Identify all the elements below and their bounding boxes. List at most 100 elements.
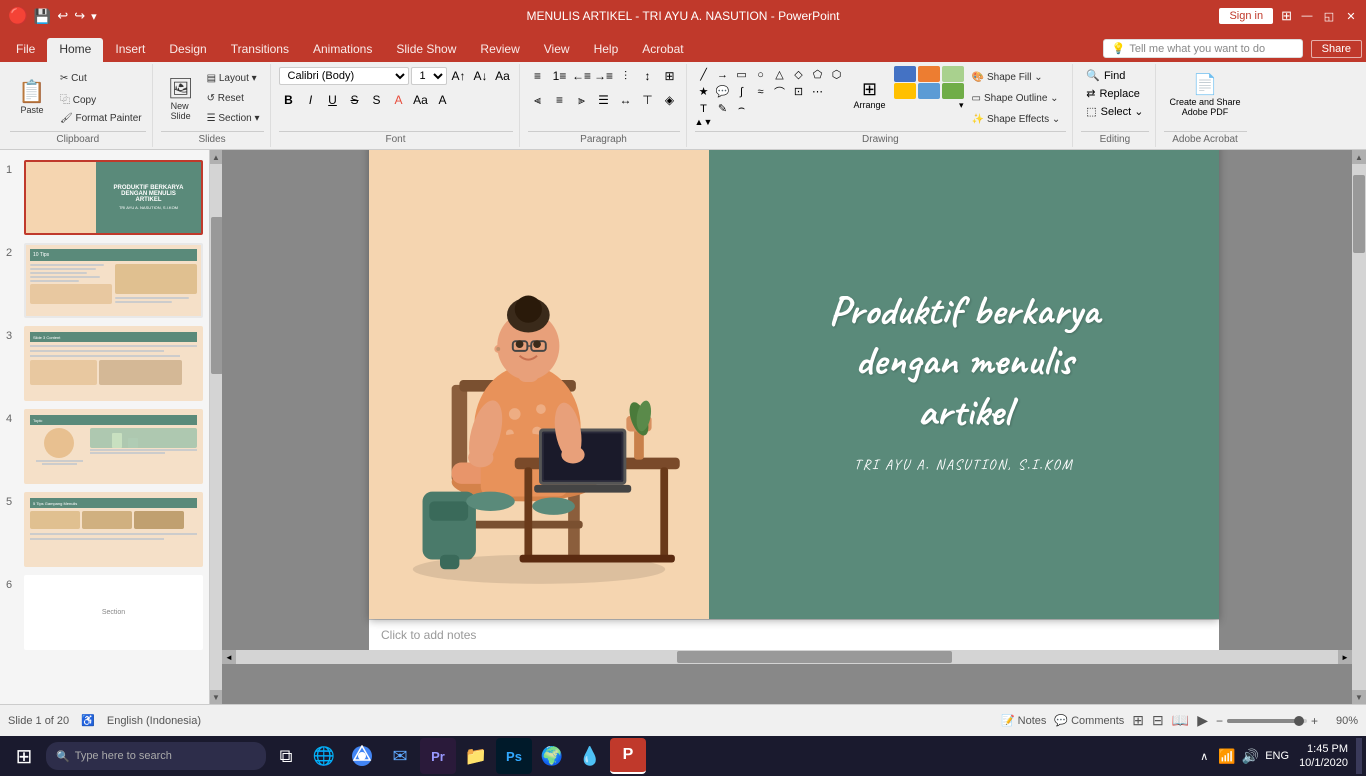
zoom-slider[interactable]: − + [1216,714,1318,728]
canvas-scroll-track[interactable] [1352,164,1366,690]
slide-thumb-5[interactable]: 5 5 Tips Gampang Menulis [4,490,205,569]
redo-icon[interactable]: ↪ [74,8,85,24]
shape-block[interactable]: ⊡ [790,83,808,100]
font-size-input[interactable]: Aa [411,90,431,110]
customize-icon[interactable]: ▾ [91,10,97,23]
language-tray-icon[interactable]: ENG [1265,750,1289,762]
new-slide-button[interactable]: 🖼 NewSlide [161,71,201,127]
notes-button[interactable]: 📝 Notes [1001,714,1046,727]
shape-pentagon[interactable]: ⬠ [809,66,827,83]
tab-help[interactable]: Help [582,38,631,62]
shapes-scroll-down[interactable]: ▼ [703,117,712,127]
underline-button[interactable]: U [323,90,343,110]
find-button[interactable]: 🔍 Find [1083,68,1146,83]
close-button[interactable]: ✕ [1344,9,1358,23]
hscroll-track[interactable] [236,650,1338,664]
align-right-button[interactable]: ⫸ [572,90,592,110]
align-left-button[interactable]: ⫷ [528,90,548,110]
restore-button[interactable]: ◱ [1322,9,1336,23]
zoom-percentage[interactable]: 90% [1326,715,1358,727]
text-dir-button[interactable]: ↔ [616,90,636,110]
reading-view-button[interactable]: 📖 [1172,712,1189,729]
shape-text[interactable]: T [695,100,713,117]
language-indicator[interactable]: English (Indonesia) [107,715,201,727]
shape-freeform[interactable]: ≈ [752,83,770,100]
tab-home[interactable]: Home [47,38,103,62]
tab-acrobat[interactable]: Acrobat [630,38,695,62]
quick-styles-scroll[interactable]: ▾ [894,100,964,111]
task-view-button[interactable]: ⧉ [268,738,304,774]
start-button[interactable]: ⊞ [4,738,44,774]
slide-sorter-button[interactable]: ⊟ [1152,712,1164,729]
slide-img-1[interactable]: PRODUKTIF BERKARYADENGAN MENULISARTIKEL … [24,160,203,235]
taskbar-search-box[interactable]: 🔍 Type here to search [46,742,266,770]
paste-button[interactable]: 📋 Paste [10,71,54,127]
decrease-font-button[interactable]: A↓ [471,66,491,86]
network-icon[interactable]: 📶 [1218,748,1235,765]
tab-review[interactable]: Review [468,38,531,62]
slide-img-4[interactable]: Topic [24,409,203,484]
tab-insert[interactable]: Insert [103,38,157,62]
premiere-pro-button[interactable]: Pr [420,738,456,774]
show-desktop-button[interactable] [1356,738,1362,774]
shape-rect[interactable]: ▭ [733,66,751,83]
shape-curve[interactable]: ∫ [733,83,751,100]
zoom-out-button[interactable]: − [1216,714,1223,728]
slide-panel-scrollbar[interactable]: ▲ ▼ [210,150,222,704]
arrange-button[interactable]: ⊞ Arrange [850,66,890,122]
paint-app-button[interactable]: 💧 [572,738,608,774]
convert-to-smartart[interactable]: ◈ [660,90,680,110]
shapes-scroll-up[interactable]: ▲ [695,117,704,127]
bold-button[interactable]: B [279,90,299,110]
edge-browser-button[interactable]: 🌐 [306,738,342,774]
show-hidden-icons[interactable]: ∧ [1200,750,1208,763]
shape-effects-button[interactable]: ✨ Shape Effects ⌄ [968,110,1065,128]
canvas-hscrollbar[interactable]: ◄ ► [222,650,1352,664]
clear-format-button[interactable]: Aa [493,66,513,86]
slide-img-2[interactable]: 10 Tips [24,243,203,318]
shadow-button[interactable]: S [367,90,387,110]
slide-thumb-6[interactable]: 6 Section [4,573,205,652]
scroll-down-arrow[interactable]: ▼ [210,690,222,704]
create-share-pdf-button[interactable]: 📄 Create and ShareAdobe PDF [1164,66,1247,122]
mail-button[interactable]: ✉ [382,738,418,774]
shape-hexagon[interactable]: ⬡ [828,66,846,83]
normal-view-button[interactable]: ⊞ [1132,712,1144,729]
font-family-select[interactable]: Calibri (Body) [279,67,409,85]
canvas-scroll-down[interactable]: ▼ [1352,690,1366,704]
tab-view[interactable]: View [532,38,582,62]
accessibility-icon[interactable]: ♿ [81,714,95,727]
quick-style-5[interactable] [918,83,940,99]
select-button[interactable]: ⬚ Select ⌄ [1083,104,1146,119]
bullets-button[interactable]: ≡ [528,66,548,86]
font-color2-button[interactable]: A [433,90,453,110]
slide-thumb-4[interactable]: 4 Topic [4,407,205,486]
columns-button[interactable]: ⫶ [616,66,636,86]
slide-img-3[interactable]: Slide 3 Content [24,326,203,401]
shape-arrow[interactable]: → [714,66,732,83]
tell-me-box[interactable]: 💡 Tell me what you want to do [1103,39,1303,58]
font-color-button[interactable]: A [389,90,409,110]
replace-button[interactable]: ⇄ Replace [1083,86,1146,101]
tab-file[interactable]: File [4,38,47,62]
shape-diamond[interactable]: ◇ [790,66,808,83]
undo-icon[interactable]: ↩ [57,8,68,24]
shape-line[interactable]: ╱ [695,66,713,83]
tab-design[interactable]: Design [157,38,218,62]
powerpoint-taskbar-button[interactable]: P [610,738,646,774]
file-manager-button[interactable]: 📁 [458,738,494,774]
slide-img-5[interactable]: 5 Tips Gampang Menulis [24,492,203,567]
shape-triangle[interactable]: △ [771,66,789,83]
shape-arc[interactable]: ⌢ [733,100,751,117]
tab-slideshow[interactable]: Slide Show [384,38,468,62]
slide-img-6[interactable]: Section [24,575,203,650]
shape-scribble[interactable]: ✎ [714,100,732,117]
shape-callout[interactable]: 💬 [714,83,732,100]
slideshow-button[interactable]: ▶ [1197,712,1208,729]
smartart-button[interactable]: ⊞ [660,66,680,86]
shape-oval[interactable]: ○ [752,66,770,83]
minimize-button[interactable]: — [1300,9,1314,23]
quick-style-6[interactable] [942,83,964,99]
signin-button[interactable]: Sign in [1219,8,1273,24]
italic-button[interactable]: I [301,90,321,110]
